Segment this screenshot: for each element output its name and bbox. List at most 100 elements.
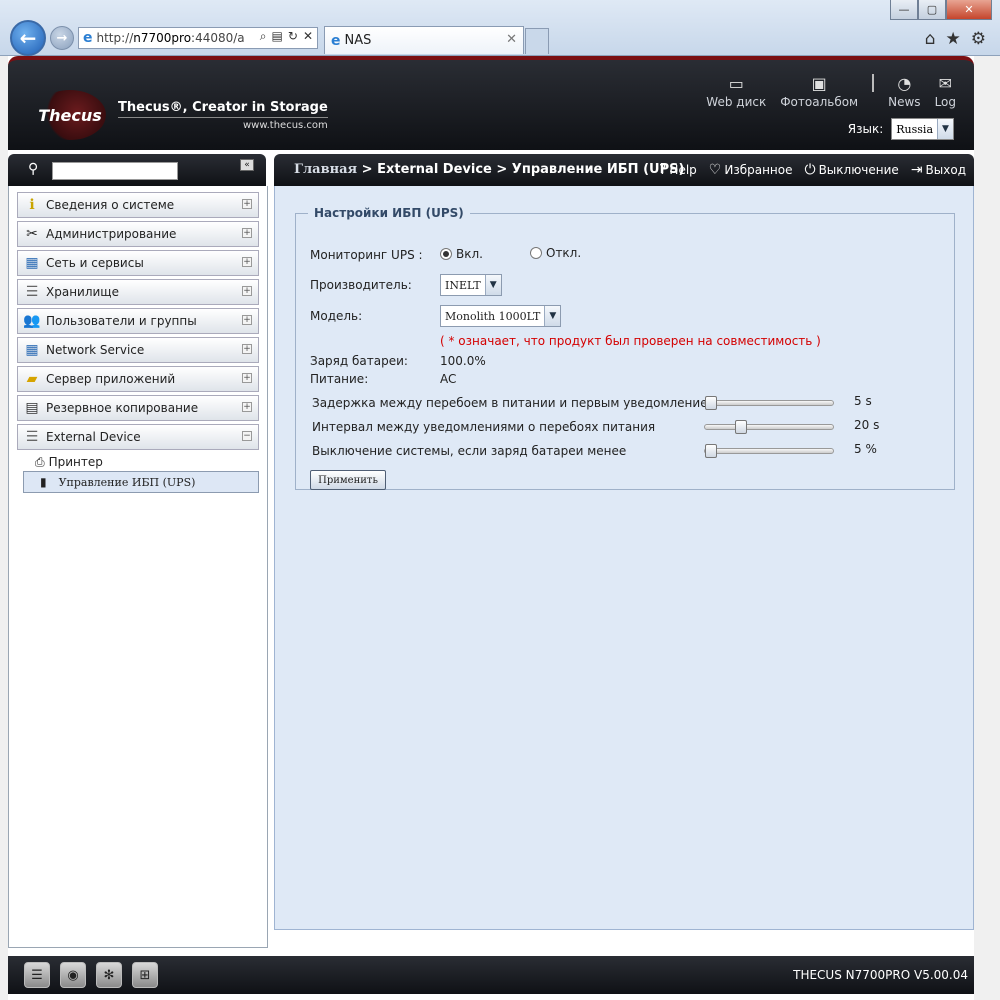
favorites-star-icon[interactable]: ★ (946, 29, 961, 49)
breadcrumb-path: > External Device > Управление ИБП (UPS) (357, 162, 685, 177)
favorites-link[interactable]: ♡ Избранное (709, 162, 793, 178)
collapse-sidebar-icon[interactable]: « (240, 159, 254, 171)
sidebar-subitem-printer[interactable]: ⎙ Принтер (23, 453, 259, 471)
sidebar-item-storage[interactable]: ☰ Хранилище + (17, 279, 259, 305)
sidebar-subitem-ups[interactable]: ▮ Управление ИБП (UPS) (23, 471, 259, 493)
ups-settings-group: Настройки ИБП (UPS) Мониторинг UPS : Вкл… (295, 206, 955, 490)
settings-gear-icon[interactable]: ⚙ (971, 29, 986, 49)
tab-close-icon[interactable]: ✕ (506, 32, 517, 47)
sidebar-menu: ℹ Сведения о системе + ✂ Администрирование +… (17, 192, 259, 493)
slider-knob[interactable] (705, 444, 717, 458)
monitoring-off-option[interactable]: Откл. (530, 246, 581, 262)
language-select[interactable]: Russia ▼ (891, 118, 954, 140)
web-disk-label: Web диск (706, 95, 767, 109)
expand-icon[interactable]: + (242, 199, 252, 209)
sidebar-item-system-info[interactable]: ℹ Сведения о системе + (17, 192, 259, 218)
photo-album-link[interactable]: ▣ Фотоальбом (780, 74, 858, 109)
minimize-button[interactable]: — (890, 0, 918, 20)
delay-slider[interactable] (704, 396, 834, 410)
monitoring-on-radio[interactable] (440, 248, 452, 260)
language-label: Язык: (847, 122, 884, 136)
news-label: News (888, 95, 921, 109)
address-url: http://n7700pro:44080/a (96, 31, 245, 45)
server-icon[interactable]: ☰ (24, 962, 50, 988)
battery-value: 100.0% (440, 354, 486, 368)
apply-button[interactable]: Применить (310, 470, 386, 490)
shutdown-link[interactable]: ⏻ Выключение (805, 162, 899, 178)
slider-knob[interactable] (705, 396, 717, 410)
search-icon[interactable]: ⌕ (260, 29, 267, 44)
sidebar-item-app-server[interactable]: ▰ Сервер приложений + (17, 366, 259, 392)
window-controls: — ▢ ✕ (890, 0, 992, 20)
browser-chrome: — ▢ ✕ ← → e http://n7700pro:44080/a ⌕ ▤ … (0, 0, 1000, 56)
news-link[interactable]: ◔ News (888, 74, 920, 109)
content-panel: Настройки ИБП (UPS) Мониторинг UPS : Вкл… (274, 186, 974, 930)
exit-icon: ⇥ (910, 162, 923, 178)
sidebar-item-external-device[interactable]: ☰ External Device − (17, 424, 259, 450)
sidebar-item-network-service[interactable]: ▦ Network Service + (17, 337, 259, 363)
chevron-down-icon[interactable]: ▼ (937, 119, 953, 139)
users-icon: 👥 (23, 313, 41, 329)
refresh-icon[interactable]: ↻ (288, 29, 298, 44)
network-icon: ▦ (25, 255, 39, 271)
logout-link[interactable]: ⇥ Выход (911, 162, 966, 178)
breadcrumb-home[interactable]: Главная (294, 162, 357, 177)
maximize-button[interactable]: ▢ (918, 0, 946, 20)
sidebar-subitem-label: Управление ИБП (UPS) (58, 475, 196, 489)
collapse-icon[interactable]: − (242, 431, 252, 441)
expand-icon[interactable]: + (242, 286, 252, 296)
monitoring-off-label: Откл. (546, 246, 582, 260)
tab-ie-icon: e (331, 32, 341, 49)
expand-icon[interactable]: + (242, 402, 252, 412)
help-icon: ? (658, 162, 667, 178)
web-disk-link[interactable]: ▭ Web диск (706, 74, 766, 109)
expand-icon[interactable]: + (242, 344, 252, 354)
address-bar[interactable]: e http://n7700pro:44080/a ⌕ ▤ ↻ ✕ (78, 27, 318, 49)
chevron-down-icon[interactable]: ▼ (484, 275, 501, 295)
expand-icon[interactable]: + (242, 257, 252, 267)
expand-icon[interactable]: + (242, 315, 252, 325)
ie-page-icon: e (83, 30, 93, 46)
sidebar-item-label: Сведения о системе (46, 198, 175, 212)
help-label: Help (669, 163, 697, 177)
interval-slider[interactable] (704, 420, 834, 434)
model-select[interactable]: Monolith 1000LT ▼ (440, 305, 562, 327)
slider-label-interval: Интервал между уведомлениями о перебоях … (312, 420, 656, 434)
forward-button[interactable]: → (50, 26, 74, 50)
expand-icon[interactable]: + (242, 228, 252, 238)
logo-site: www.thecus.com (118, 116, 328, 131)
shutdown-slider[interactable] (704, 444, 834, 458)
ups-icon: ▮ (40, 475, 47, 489)
back-button[interactable]: ← (10, 20, 46, 56)
firmware-version: THECUS N7700PRO V5.00.04 (793, 968, 968, 982)
expand-icon[interactable]: + (242, 373, 252, 383)
slider-knob[interactable] (735, 420, 747, 434)
monitoring-on-option[interactable]: Вкл. (440, 246, 483, 261)
new-tab-button[interactable] (525, 28, 549, 54)
menu-search-input[interactable] (52, 162, 178, 180)
language-value: Russia (896, 122, 933, 136)
printer-icon: ⎙ (35, 454, 45, 469)
home-icon[interactable]: ⌂ (925, 29, 936, 49)
log-link[interactable]: ✉ Log (935, 74, 956, 109)
disk-icon[interactable]: ◉ (60, 962, 86, 988)
close-window-button[interactable]: ✕ (946, 0, 992, 20)
sidebar-item-label: Хранилище (46, 285, 119, 299)
fan-icon[interactable]: ✻ (96, 962, 122, 988)
lan-icon[interactable]: ⊞ (132, 962, 158, 988)
compat-view-icon[interactable]: ▤ (272, 29, 283, 44)
help-link[interactable]: ? Help (659, 162, 697, 178)
sidebar-item-users[interactable]: 👥 Пользователи и группы + (17, 308, 259, 334)
sidebar-item-label: Резервное копирование (46, 401, 199, 415)
sidebar-item-administration[interactable]: ✂ Администрирование + (17, 221, 259, 247)
sidebar-item-network[interactable]: ▦ Сеть и сервисы + (17, 250, 259, 276)
vendor-select[interactable]: INELT ▼ (440, 274, 502, 296)
monitoring-off-radio[interactable] (530, 247, 542, 259)
header-divider (872, 74, 875, 92)
monitoring-label: Мониторинг UPS : (310, 248, 423, 262)
sidebar-item-backup[interactable]: ▤ Резервное копирование + (17, 395, 259, 421)
browser-tab[interactable]: e NAS ✕ (324, 26, 524, 54)
stop-icon[interactable]: ✕ (303, 29, 313, 44)
backup-icon: ▤ (25, 400, 39, 416)
chevron-down-icon[interactable]: ▼ (544, 306, 561, 326)
